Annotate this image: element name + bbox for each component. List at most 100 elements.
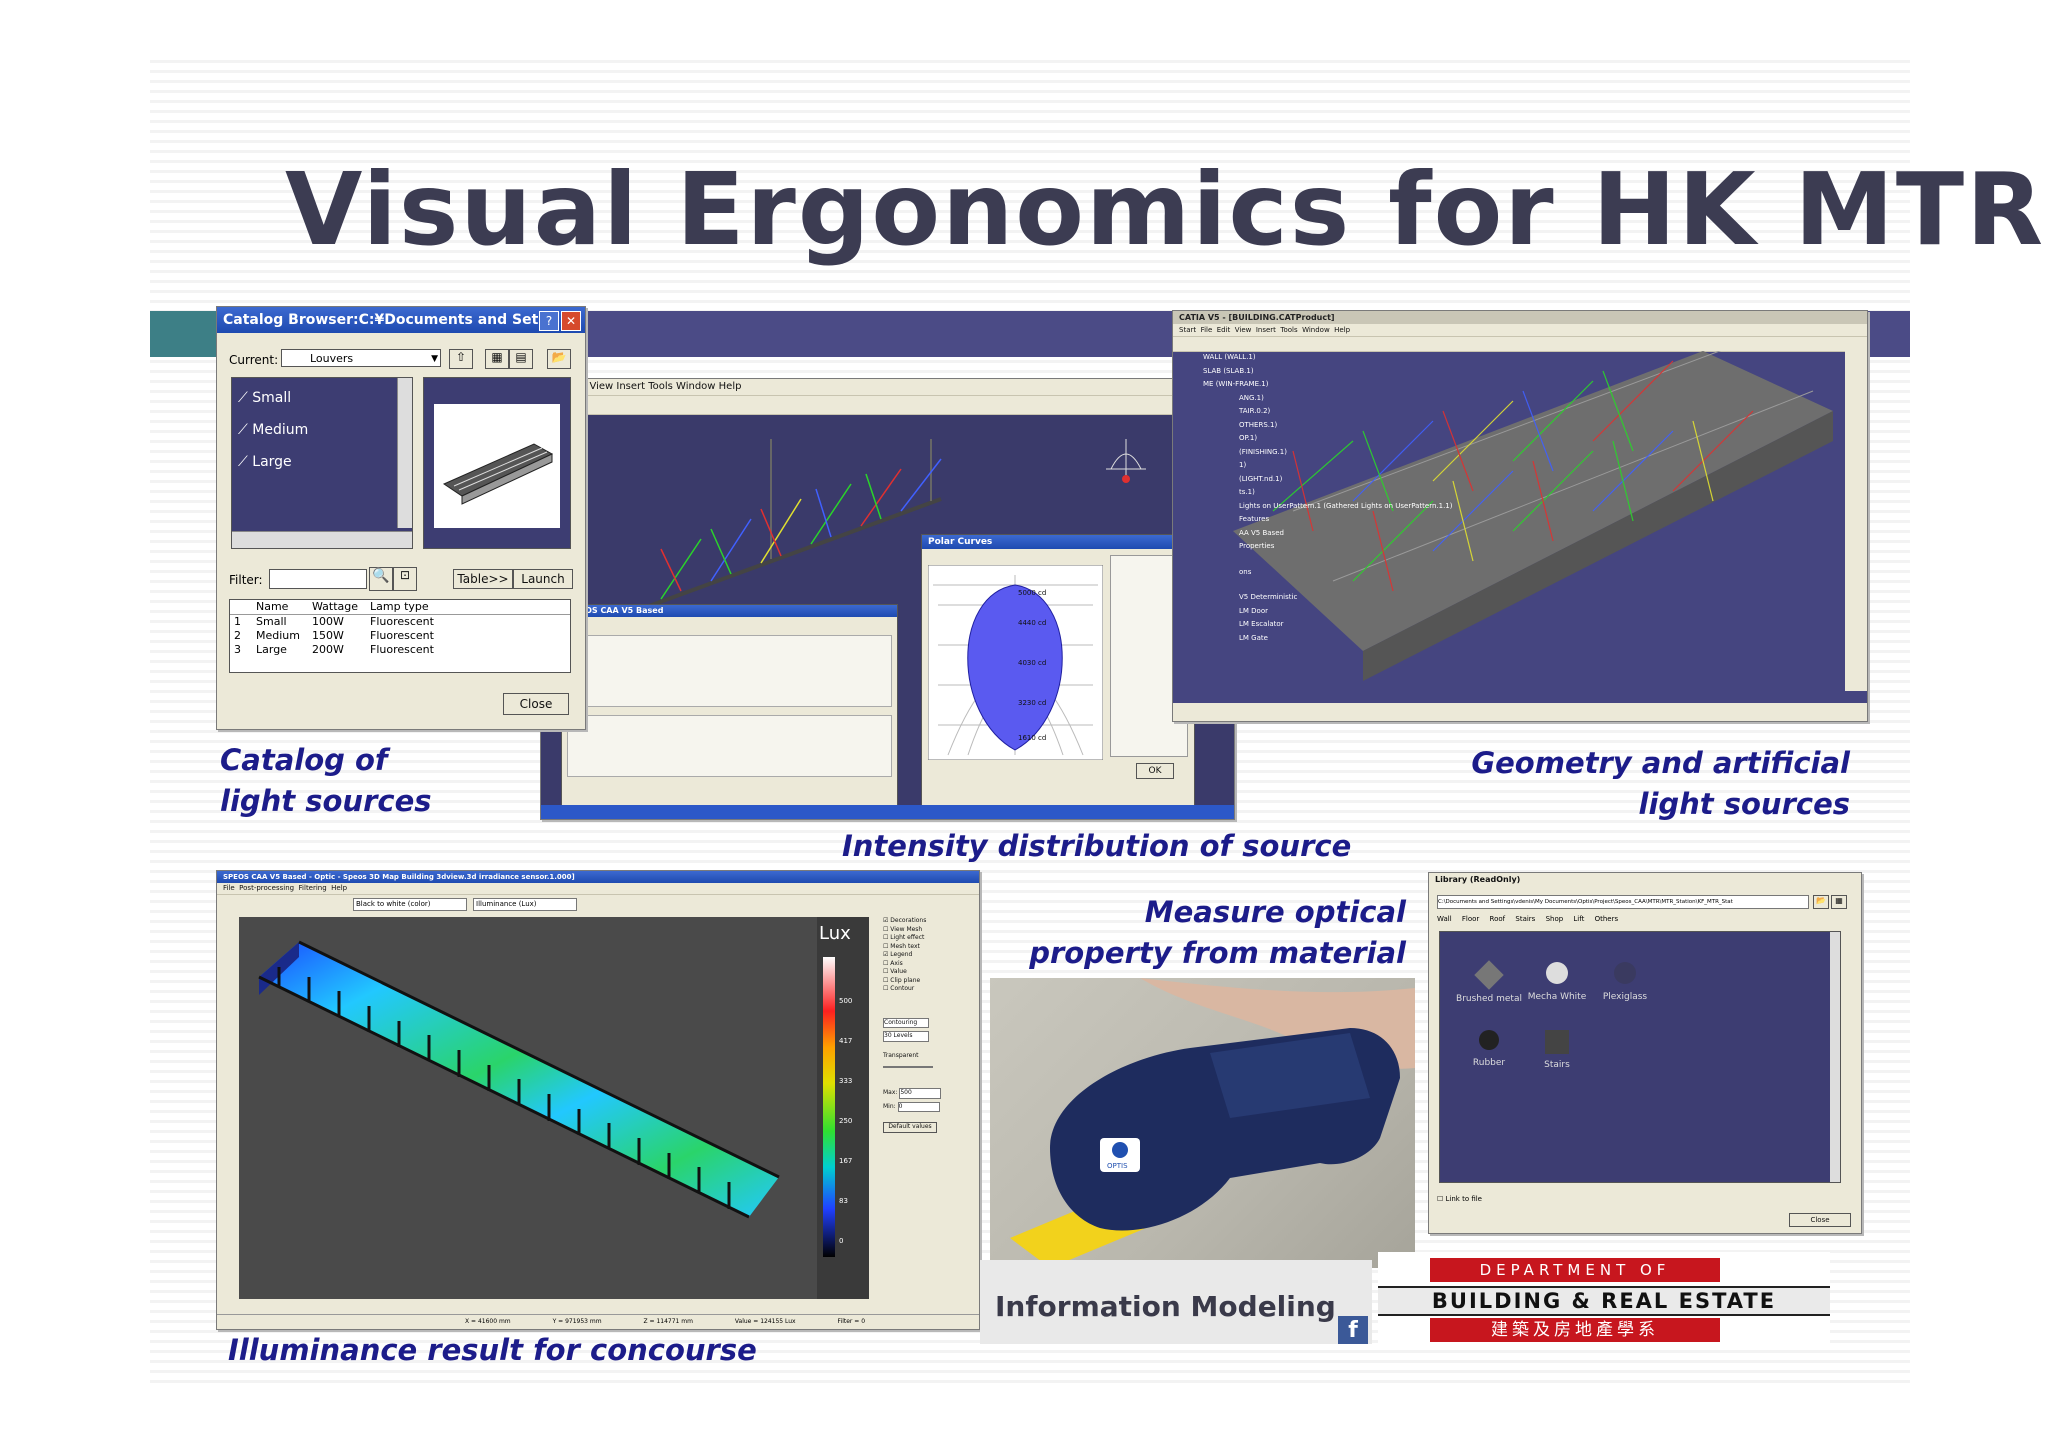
tree-node[interactable]: (LIGHT.nd.1): [1173, 473, 1403, 487]
catalog-tree-item[interactable]: ⟋ Medium: [238, 422, 308, 438]
min-label: Min:: [883, 1102, 896, 1110]
display-option[interactable]: ☐ Value: [883, 968, 973, 977]
filter-input[interactable]: [269, 569, 367, 589]
legend-tick: 83: [839, 1197, 848, 1205]
slide-title: Visual Ergonomics for HK MTR: [285, 151, 2046, 268]
table-header: Name Wattage Lamp type: [230, 600, 570, 615]
view-list-button[interactable]: ▦: [485, 349, 509, 369]
library-vscrollbar[interactable]: [1830, 932, 1840, 1182]
tree-node[interactable]: OP.1): [1173, 432, 1403, 446]
search-icon[interactable]: 🔍: [369, 567, 393, 591]
tree-node[interactable]: LM Escalator: [1173, 618, 1403, 632]
polar-curve-chart: 5000 cd 4440 cd 4030 cd 3230 cd 1610 cd: [928, 565, 1103, 760]
display-option[interactable]: ☑ Legend: [883, 951, 973, 960]
levels-select[interactable]: 30 Levels: [883, 1031, 929, 1042]
table-row[interactable]: 1 Small 100W Fluorescent: [230, 615, 570, 629]
catalog-table: Name Wattage Lamp type 1 Small 100W Fluores…: [229, 599, 571, 673]
contouring-select[interactable]: Contouring: [883, 1017, 929, 1028]
display-option[interactable]: ☐ Axis: [883, 960, 973, 969]
transparency-slider[interactable]: [883, 1066, 933, 1068]
view-grid-button[interactable]: ▤: [509, 349, 533, 369]
catalog-tree-item[interactable]: ⟋ Small: [238, 390, 291, 406]
tree-vscrollbar[interactable]: [397, 378, 412, 528]
catalog-titlebar: Catalog Browser:C:¥Documents and Set...: [217, 307, 585, 333]
current-label: Current:: [229, 353, 279, 367]
column-header[interactable]: Wattage: [312, 600, 358, 613]
display-option[interactable]: ☐ Contour: [883, 985, 973, 994]
tab-stairs[interactable]: Stairs: [1515, 915, 1535, 923]
tab-wall[interactable]: Wall: [1437, 915, 1452, 923]
tab-floor[interactable]: Floor: [1462, 915, 1479, 923]
tree-node[interactable]: 1): [1173, 459, 1403, 473]
material-item[interactable]: Stairs: [1522, 1030, 1592, 1070]
launch-button[interactable]: Launch: [513, 569, 573, 589]
min-input[interactable]: 0: [897, 1101, 940, 1112]
tree-node[interactable]: ts.1): [1173, 486, 1403, 500]
tree-node[interactable]: LM Door: [1173, 605, 1403, 619]
tree-node[interactable]: (FINISHING.1): [1173, 446, 1403, 460]
column-header[interactable]: Lamp type: [370, 600, 429, 613]
help-icon[interactable]: ?: [539, 311, 559, 331]
current-select[interactable]: Louvers ▼: [281, 349, 441, 367]
tree-node[interactable]: AA V5 Based: [1173, 527, 1403, 541]
tab-lift[interactable]: Lift: [1573, 915, 1584, 923]
tree-node[interactable]: ME (WIN-FRAME.1): [1173, 378, 1403, 392]
close-icon[interactable]: ✕: [561, 311, 581, 331]
tree-node[interactable]: OTHERS.1): [1173, 419, 1403, 433]
tree-node[interactable]: ANG.1): [1173, 392, 1403, 406]
catia-geometry-screenshot: CATIA V5 - [BUILDING.CATProduct] Start F…: [1172, 310, 1868, 722]
material-item[interactable]: Plexiglass: [1590, 962, 1660, 1002]
tree-node[interactable]: TAIR.0.2): [1173, 405, 1403, 419]
catalog-tree-item[interactable]: ⟋ Large: [238, 454, 292, 470]
tree-node[interactable]: Lights on UserPattern.1 (Gathered Lights…: [1173, 500, 1452, 514]
display-option[interactable]: ☐ Mesh text: [883, 943, 973, 952]
display-option[interactable]: ☑ Decorations: [883, 917, 973, 926]
material-swatch: [1479, 1030, 1499, 1050]
tab-shop[interactable]: Shop: [1546, 915, 1564, 923]
tree-node[interactable]: WALL (WALL.1): [1173, 351, 1403, 365]
speos-illuminance-screenshot: SPEOS CAA V5 Based - Optic - Speos 3D Ma…: [216, 870, 980, 1330]
tree-node[interactable]: SLAB (SLAB.1): [1173, 365, 1403, 379]
table-row[interactable]: 2 Medium 150W Fluorescent: [230, 629, 570, 643]
tree-node[interactable]: Features: [1173, 513, 1403, 527]
legend-tick: 167: [839, 1157, 853, 1165]
catia-toolbar: [1173, 337, 1867, 352]
column-header[interactable]: Name: [256, 600, 288, 613]
display-option[interactable]: ☐ Light effect: [883, 934, 973, 943]
table-button[interactable]: Table>>: [453, 569, 513, 589]
table-row[interactable]: 3 Large 200W Fluorescent: [230, 643, 570, 657]
max-input[interactable]: 500: [899, 1088, 942, 1099]
catia-menubar: Start File Edit View Insert Tools Window…: [1173, 324, 1867, 337]
polar-ok-button[interactable]: OK: [1136, 763, 1174, 779]
illuminance-view: [239, 917, 869, 1299]
material-item[interactable]: Rubber: [1454, 1030, 1524, 1068]
unit-select[interactable]: Illuminance (Lux): [473, 898, 577, 911]
current-select-value: Louvers: [310, 352, 354, 365]
library-view-button[interactable]: ▦: [1831, 895, 1847, 909]
open-folder-button[interactable]: 📂: [547, 349, 571, 369]
link-to-file-checkbox[interactable]: ☐ Link to file: [1437, 1195, 1482, 1203]
tree-node[interactable]: LM Gate: [1173, 632, 1403, 646]
tree-node[interactable]: ons: [1173, 566, 1403, 580]
catalog-preview: [423, 377, 571, 549]
default-values-button[interactable]: Default values: [883, 1122, 937, 1133]
display-option[interactable]: ☐ Clip plane: [883, 977, 973, 986]
library-close-button[interactable]: Close: [1789, 1213, 1851, 1227]
tree-node[interactable]: V5 Deterministic: [1173, 591, 1403, 605]
library-open-button[interactable]: 📂: [1813, 895, 1829, 909]
up-folder-button[interactable]: ⇧: [449, 349, 473, 369]
display-option[interactable]: ☐ View Mesh: [883, 926, 973, 935]
tree-hscrollbar[interactable]: [232, 531, 412, 548]
filter-options-button[interactable]: ⊡: [393, 567, 417, 591]
tab-others[interactable]: Others: [1595, 915, 1619, 923]
catia-spec-tree: WALL (WALL.1) SLAB (SLAB.1) ME (WIN-FRAM…: [1173, 351, 1452, 646]
tab-roof[interactable]: Roof: [1490, 915, 1506, 923]
facebook-icon[interactable]: f: [1338, 1316, 1368, 1344]
material-item[interactable]: Mecha White: [1522, 962, 1592, 1002]
tree-node[interactable]: Properties: [1173, 540, 1403, 554]
library-path-select[interactable]: C:\Documents and Settings\vdenis\My Docu…: [1437, 895, 1809, 909]
catalog-close-button[interactable]: Close: [503, 693, 569, 715]
palette-select[interactable]: Black to white (color): [353, 898, 467, 911]
logo-line-1: DEPARTMENT OF: [1430, 1258, 1720, 1282]
material-item[interactable]: Brushed metal: [1454, 960, 1524, 1004]
